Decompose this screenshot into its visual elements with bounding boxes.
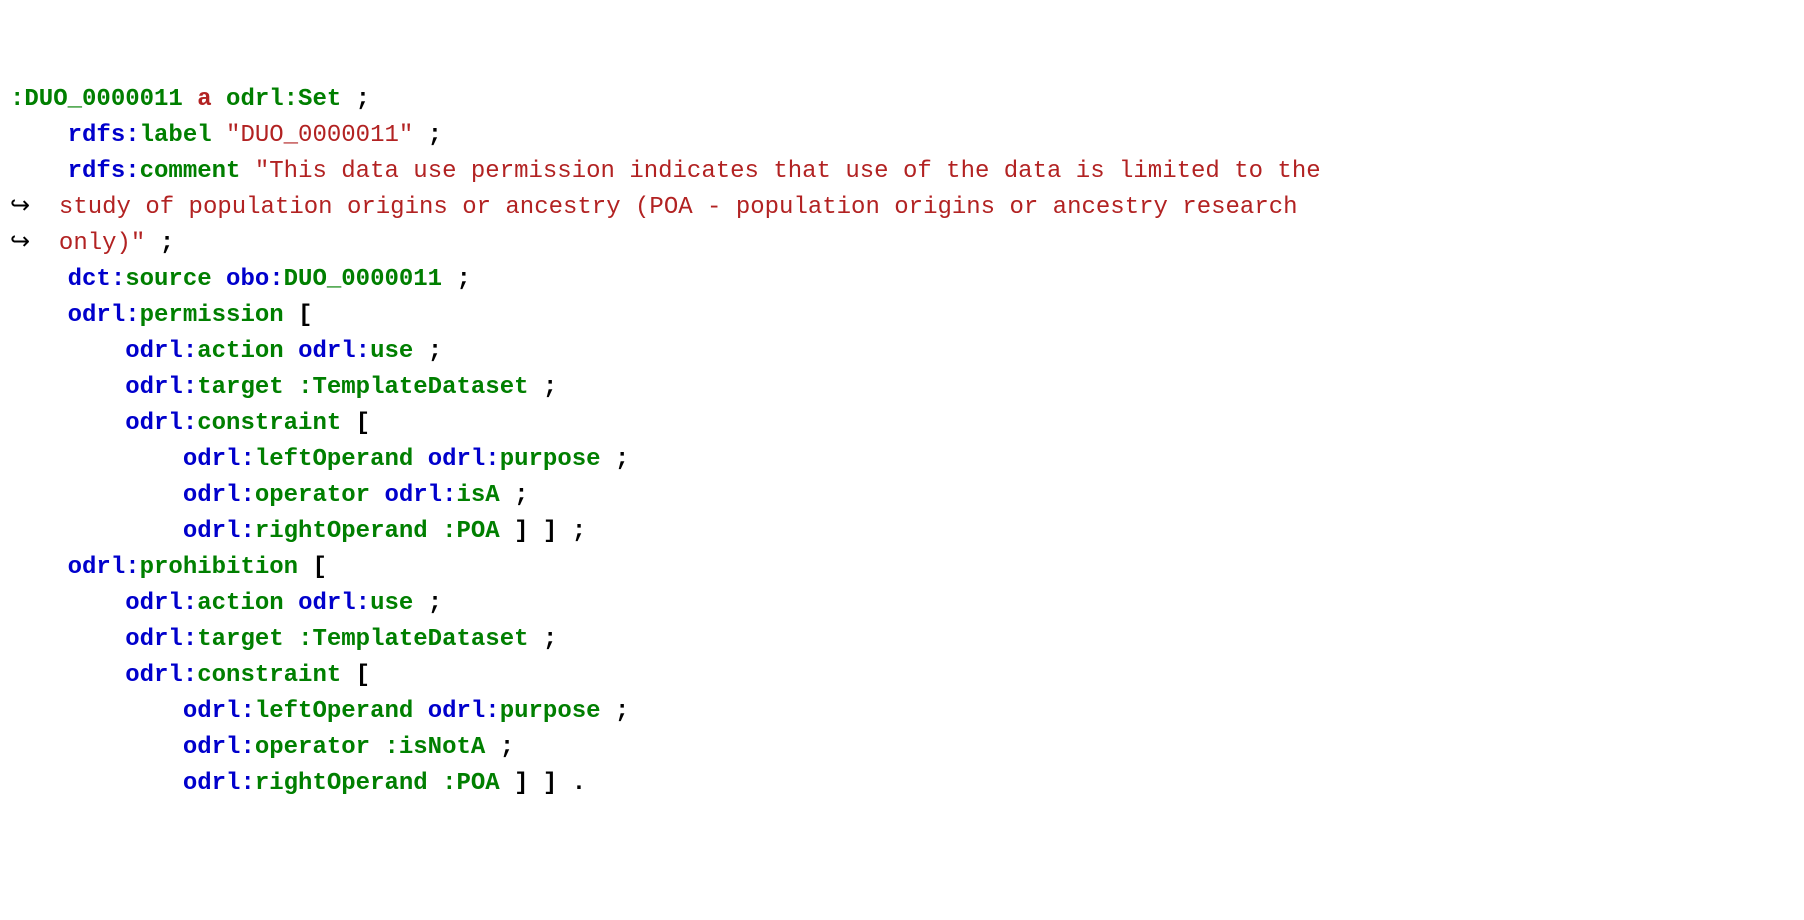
obj-name: isA (456, 482, 499, 509)
code-line: odrl:operator :isNotA ; (10, 734, 514, 761)
obj-prefix: obo: (226, 266, 284, 293)
string-literal: only)" (59, 230, 145, 257)
string-literal: "This data use permission indicates that… (255, 158, 1321, 185)
obj-name: purpose (500, 446, 601, 473)
prop-prefix: odrl: (125, 338, 197, 365)
obj-name: use (370, 590, 413, 617)
code-line: odrl:operator odrl:isA ; (10, 482, 529, 509)
prop-name: rightOperand (255, 770, 428, 797)
bracket: [ (284, 302, 313, 329)
prop-prefix: rdfs: (68, 158, 140, 185)
prop-name: action (197, 338, 283, 365)
prop-name: operator (255, 734, 370, 761)
code-line: odrl:action odrl:use ; (10, 338, 442, 365)
prop-prefix: odrl: (183, 698, 255, 725)
wrap-arrow-icon: ↪ (10, 194, 59, 221)
semicolon: ; (413, 338, 442, 365)
obj-name: use (370, 338, 413, 365)
prop-name: operator (255, 482, 370, 509)
prop-prefix: odrl: (183, 518, 255, 545)
prop-prefix: odrl: (183, 770, 255, 797)
semicolon: ; (413, 122, 442, 149)
obj-name: :POA (442, 518, 500, 545)
prop-name: target (197, 374, 283, 401)
obj-prefix: odrl: (428, 446, 500, 473)
obj-name: :TemplateDataset (298, 374, 528, 401)
prop-prefix: odrl: (125, 590, 197, 617)
prop-name: target (197, 626, 283, 653)
prop-name: leftOperand (255, 698, 413, 725)
semicolon: ; (341, 86, 370, 113)
prop-name: label (140, 122, 212, 149)
prop-name: constraint (197, 662, 341, 689)
prop-prefix: dct: (68, 266, 126, 293)
close-bracket: ] ] . (500, 770, 586, 797)
prop-name: permission (140, 302, 284, 329)
semicolon: ; (601, 446, 630, 473)
prop-name: leftOperand (255, 446, 413, 473)
prop-prefix: odrl: (183, 446, 255, 473)
code-line: odrl:prohibition [ (10, 554, 327, 581)
semicolon: ; (145, 230, 174, 257)
prop-name: action (197, 590, 283, 617)
prop-prefix: odrl: (125, 626, 197, 653)
obj-name: :TemplateDataset (298, 626, 528, 653)
prop-name: source (125, 266, 211, 293)
code-line: odrl:permission [ (10, 302, 312, 329)
semicolon: ; (500, 482, 529, 509)
prop-prefix: odrl: (68, 302, 140, 329)
wrap-arrow-icon: ↪ (10, 230, 59, 257)
semicolon: ; (601, 698, 630, 725)
code-line: odrl:leftOperand odrl:purpose ; (10, 698, 629, 725)
prop-name: rightOperand (255, 518, 428, 545)
code-line: odrl:action odrl:use ; (10, 590, 442, 617)
semicolon: ; (529, 374, 558, 401)
obj-prefix: odrl: (298, 338, 370, 365)
code-line: rdfs:label "DUO_0000011" ; (10, 122, 442, 149)
prop-prefix: odrl: (183, 734, 255, 761)
close-bracket: ] ] ; (500, 518, 586, 545)
code-line: dct:source obo:DUO_0000011 ; (10, 266, 471, 293)
prop-prefix: odrl: (183, 482, 255, 509)
string-literal: "DUO_0000011" (226, 122, 413, 149)
obj-prefix: odrl: (428, 698, 500, 725)
code-line: odrl:rightOperand :POA ] ] . (10, 770, 586, 797)
bracket: [ (341, 410, 370, 437)
code-line: rdfs:comment "This data use permission i… (10, 158, 1321, 185)
obj-prefix: odrl: (384, 482, 456, 509)
semicolon: ; (485, 734, 514, 761)
class-name: odrl:Set (226, 86, 341, 113)
code-line: odrl:leftOperand odrl:purpose ; (10, 446, 629, 473)
string-literal: study of population origins or ancestry … (59, 194, 1298, 221)
bracket: [ (298, 554, 327, 581)
prop-prefix: rdfs: (68, 122, 140, 149)
semicolon: ; (413, 590, 442, 617)
obj-prefix: odrl: (298, 590, 370, 617)
code-block: :DUO_0000011 a odrl:Set ; rdfs:label "DU… (10, 82, 1794, 802)
obj-name: purpose (500, 698, 601, 725)
obj-name: :POA (442, 770, 500, 797)
obj-name: DUO_0000011 (284, 266, 442, 293)
code-line: odrl:rightOperand :POA ] ] ; (10, 518, 586, 545)
prop-prefix: odrl: (125, 374, 197, 401)
semicolon: ; (529, 626, 558, 653)
code-line: odrl:constraint [ (10, 410, 370, 437)
prop-name: comment (140, 158, 241, 185)
prop-name: constraint (197, 410, 341, 437)
code-line: odrl:constraint [ (10, 662, 370, 689)
prop-prefix: odrl: (125, 410, 197, 437)
obj-name: :isNotA (384, 734, 485, 761)
prop-prefix: odrl: (125, 662, 197, 689)
code-line: :DUO_0000011 a odrl:Set ; (10, 86, 370, 113)
bracket: [ (341, 662, 370, 689)
subject: :DUO_0000011 (10, 86, 183, 113)
prop-prefix: odrl: (68, 554, 140, 581)
code-line: ↪ only)" ; (10, 230, 174, 257)
code-line: odrl:target :TemplateDataset ; (10, 374, 557, 401)
semicolon: ; (442, 266, 471, 293)
code-line: ↪ study of population origins or ancestr… (10, 194, 1298, 221)
prop-name: prohibition (140, 554, 298, 581)
keyword-a: a (197, 86, 211, 113)
code-line: odrl:target :TemplateDataset ; (10, 626, 557, 653)
